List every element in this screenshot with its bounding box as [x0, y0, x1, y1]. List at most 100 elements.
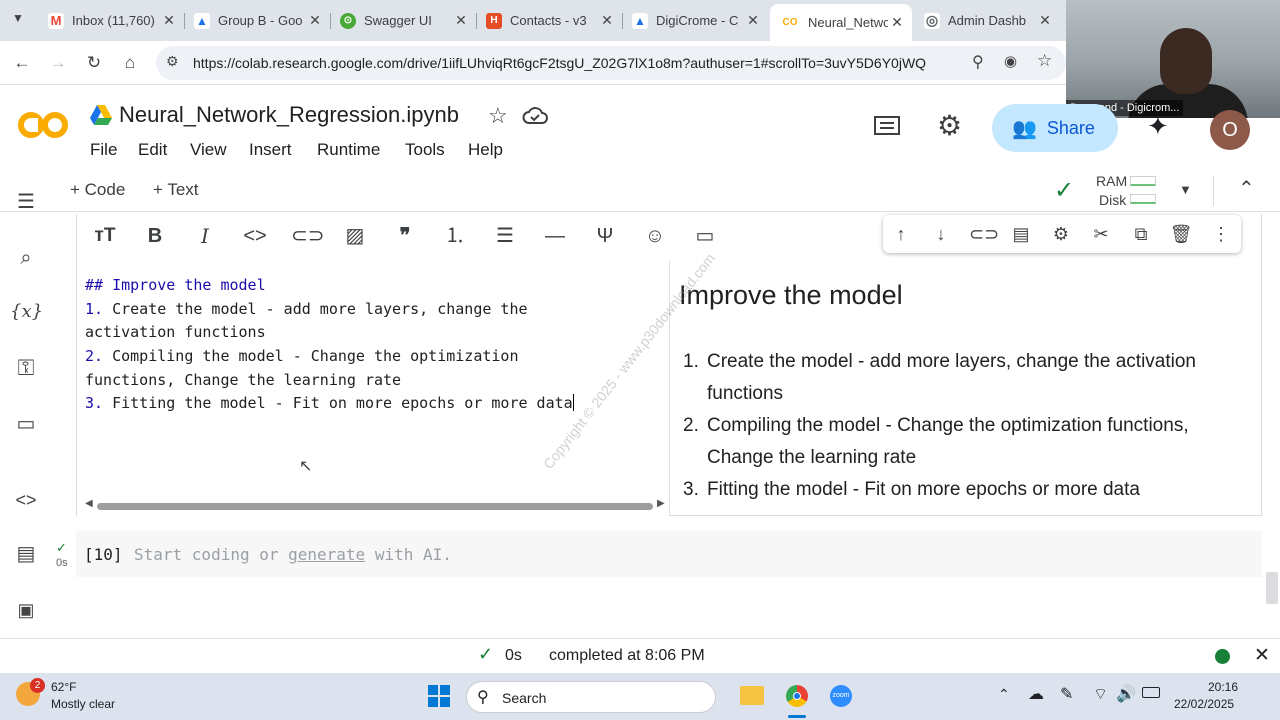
move-up-icon[interactable]: ↑ — [889, 222, 913, 246]
gemini-sparkle-icon[interactable]: ✦ — [1147, 111, 1169, 142]
tab-swagger-ui[interactable]: ⊙ Swagger UI ✕ — [330, 6, 476, 35]
image-icon[interactable]: ▨ — [341, 222, 369, 250]
tab-admin-dashboard[interactable]: ◎ Admin Dashb ✕ — [914, 6, 1060, 35]
cell-comment-icon[interactable]: ▤ — [1009, 222, 1033, 246]
tab-inbox[interactable]: M Inbox (11,760) ✕ — [38, 6, 184, 35]
volume-icon[interactable]: 🔊 — [1116, 684, 1136, 704]
close-status-icon[interactable]: ✕ — [1254, 644, 1270, 667]
menu-file[interactable]: File — [90, 140, 117, 160]
url-bar[interactable]: ⚙ https://colab.research.google.com/driv… — [156, 46, 1066, 80]
cell-settings-icon[interactable]: ⚙ — [1049, 222, 1073, 246]
bulleted-list-icon[interactable]: ☰ — [491, 222, 519, 250]
menu-tools[interactable]: Tools — [405, 140, 445, 160]
bold-icon[interactable]: B — [141, 222, 169, 250]
colab-logo[interactable] — [18, 106, 70, 144]
menu-runtime[interactable]: Runtime — [317, 140, 380, 160]
tab-close-icon[interactable]: ✕ — [598, 12, 616, 29]
collapse-header-icon[interactable]: ⌃ — [1238, 176, 1255, 201]
cell-cut-icon[interactable]: ✂ — [1089, 222, 1113, 246]
tab-close-icon[interactable]: ✕ — [1036, 12, 1054, 29]
italic-icon[interactable]: I — [191, 222, 219, 250]
share-button[interactable]: 👥 Share — [992, 104, 1118, 152]
menu-help[interactable]: Help — [468, 140, 503, 160]
onedrive-icon[interactable]: ☁ — [1028, 684, 1044, 704]
tab-contacts[interactable]: H Contacts - v3 ✕ — [476, 6, 622, 35]
settings-gear-icon[interactable]: ⚙ — [937, 109, 962, 142]
reload-icon[interactable]: ↻ — [82, 51, 106, 75]
add-text-button[interactable]: + Text — [153, 180, 199, 200]
command-palette-icon[interactable]: ▤ — [10, 538, 42, 570]
star-icon[interactable]: ☆ — [488, 103, 508, 129]
cell-more-icon[interactable]: ⋮ — [1209, 222, 1233, 246]
quote-icon[interactable]: ❞ — [391, 222, 419, 250]
zoom-icon[interactable]: ⚲ — [972, 52, 984, 72]
tray-overflow-icon[interactable]: ⌃ — [998, 686, 1010, 703]
site-info-icon[interactable]: ⚙ — [166, 53, 179, 70]
cell-copy-icon[interactable]: ⧉ — [1129, 222, 1153, 246]
clock-date[interactable]: 22/02/2025 — [1174, 697, 1234, 711]
horizontal-rule-icon[interactable]: — — [541, 222, 569, 250]
pen-icon[interactable]: ✎ — [1060, 684, 1073, 704]
menu-view[interactable]: View — [190, 140, 227, 160]
bookmark-star-icon[interactable]: ☆ — [1037, 51, 1052, 71]
menu-edit[interactable]: Edit — [138, 140, 167, 160]
tab-neural-network[interactable]: CO Neural_Netwo ✕ — [770, 4, 912, 41]
notebook-title[interactable]: Neural_Network_Regression.ipynb — [119, 102, 459, 128]
tab-group-b[interactable]: ▲ Group B - Goo ✕ — [184, 6, 330, 35]
cloud-saved-icon[interactable] — [522, 105, 548, 125]
text-cell[interactable]: тT B I <> ⊂⊃ ▨ ❞ ⒈ ☰ — Ψ ☺ ▭ ↑ ↓ ⊂⊃ ▤ ⚙ … — [76, 214, 1262, 516]
forward-icon[interactable]: → — [46, 51, 70, 75]
run-success-icon[interactable]: ✓ — [56, 540, 67, 556]
emoji-icon[interactable]: ☺ — [641, 222, 669, 250]
heading-format-icon[interactable]: тT — [91, 222, 119, 250]
html5-icon: H — [486, 12, 502, 29]
latex-psi-icon[interactable]: Ψ — [591, 222, 619, 250]
battery-icon[interactable] — [1142, 687, 1160, 698]
comments-icon[interactable] — [873, 115, 901, 139]
code-cell-placeholder[interactable]: Start coding or generate with AI. — [134, 545, 452, 564]
back-icon[interactable]: ← — [10, 51, 34, 75]
tab-close-icon[interactable]: ✕ — [452, 12, 470, 29]
disk-label: Disk — [1099, 192, 1127, 208]
tab-close-icon[interactable]: ✕ — [160, 12, 178, 29]
move-down-icon[interactable]: ↓ — [929, 222, 953, 246]
menu-insert[interactable]: Insert — [249, 140, 292, 160]
scrollbar-thumb[interactable] — [97, 503, 653, 510]
home-icon[interactable]: ⌂ — [118, 51, 142, 75]
scroll-left-icon[interactable]: ◀ — [85, 498, 93, 509]
avatar[interactable]: O — [1210, 110, 1250, 150]
cell-link-icon[interactable]: ⊂⊃ — [969, 222, 999, 246]
files-folder-icon[interactable]: ▭ — [10, 408, 42, 440]
tracking-protection-icon[interactable]: ◉ — [1004, 52, 1017, 70]
variables-icon[interactable]: {x} — [10, 296, 43, 328]
numbered-list-icon[interactable]: ⒈ — [441, 222, 469, 250]
resources-dropdown-icon[interactable]: ▼ — [1179, 182, 1192, 197]
page-scrollbar-thumb[interactable] — [1266, 572, 1278, 604]
zoom-app-icon[interactable]: zoom — [830, 685, 852, 707]
link-icon[interactable]: ⊂⊃ — [291, 222, 325, 250]
find-replace-icon[interactable]: ⌕ — [10, 242, 42, 274]
taskbar-search[interactable]: ⚲ Search — [466, 681, 716, 713]
cell-delete-icon[interactable]: 🗑 — [1169, 222, 1193, 246]
scroll-right-icon[interactable]: ▶ — [657, 498, 665, 509]
code-snippets-icon[interactable]: <> — [10, 484, 42, 516]
table-of-contents-icon[interactable]: ☰ — [10, 186, 42, 218]
tab-digicrome[interactable]: ▲ DigiCrome - C ✕ — [622, 6, 768, 35]
clock-time[interactable]: 20:16 — [1208, 680, 1238, 694]
tab-close-icon[interactable]: ✕ — [888, 14, 906, 31]
file-explorer-icon[interactable] — [740, 686, 764, 705]
windows-start-icon[interactable] — [428, 685, 450, 707]
tab-close-icon[interactable]: ✕ — [744, 12, 762, 29]
tab-title: Neural_Netwo — [808, 15, 888, 30]
tab-close-icon[interactable]: ✕ — [306, 12, 324, 29]
editor-horizontal-scrollbar[interactable]: ◀ ▶ — [85, 498, 667, 512]
add-code-button[interactable]: + Code — [70, 180, 125, 200]
tab-search-icon[interactable]: ▼ — [12, 11, 24, 25]
terminal-icon[interactable]: ▣ — [10, 594, 42, 626]
preview-mode-icon[interactable]: ▭ — [691, 222, 719, 250]
wifi-icon[interactable]: ⌔ — [1093, 684, 1108, 704]
secrets-key-icon[interactable]: ⚿ — [10, 352, 42, 384]
generate-link[interactable]: generate — [288, 545, 365, 564]
code-format-icon[interactable]: <> — [241, 222, 269, 250]
markdown-editor[interactable]: ## Improve the model 1. Create the model… — [77, 260, 669, 516]
